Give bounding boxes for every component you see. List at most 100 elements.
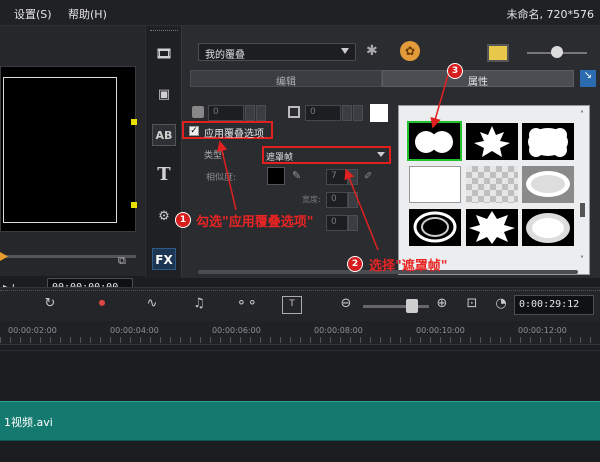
similarity-spin[interactable]: 7 [326, 169, 348, 185]
spin-down-icon[interactable] [353, 105, 363, 121]
menu-settings[interactable]: 设置(S) [14, 6, 52, 22]
title-icon[interactable]: T [152, 164, 176, 186]
panel-toggle-icon[interactable] [487, 44, 509, 62]
apply-overlay-label: 应用覆叠选项 [204, 129, 264, 140]
ruler-label: 00:00:12:00 [518, 326, 567, 335]
spin-up-icon[interactable] [348, 169, 358, 185]
multi-trim-icon[interactable]: ⚬⚬ [236, 296, 258, 314]
spin-up-icon[interactable] [348, 192, 358, 208]
mask-white-rect[interactable] [409, 166, 461, 203]
ruler-label: 00:00:02:00 [8, 326, 57, 335]
type-dropdown-highlight: 遮罩帧 [262, 146, 391, 164]
timeline-toolbar: ↻ ⏺ ∿ ♫ ⚬⚬ T ⊖ ⊕ ⊡ ◔ 0:00:29:12 [0, 287, 600, 321]
spin-up-icon[interactable] [245, 105, 255, 121]
scroll-up-icon[interactable]: ˄ [577, 110, 587, 119]
resize-handle-bottom-right[interactable] [131, 202, 137, 208]
border-color-swatch[interactable] [370, 104, 388, 122]
playhead-marker[interactable] [0, 252, 8, 261]
scroll-down-icon[interactable]: ˅ [577, 255, 587, 264]
timeline-ruler[interactable]: 00:00:02:00 00:00:04:00 00:00:06:00 00:0… [0, 321, 600, 345]
options-panel: 我的覆叠 ✱ ✿ 编辑 属性 ↘ 0 0 ✓ 应用覆叠选项 类型: 遮罩帧 相似… [181, 26, 600, 278]
spin-up-icon[interactable] [342, 105, 352, 121]
spin-down-icon[interactable] [256, 105, 266, 121]
menu-help[interactable]: 帮助(H) [68, 6, 107, 22]
ruler-label: 00:00:06:00 [212, 326, 261, 335]
type-label: 类型: [204, 151, 226, 161]
scroll-thumb[interactable] [579, 203, 585, 217]
ruler-label: 00:00:04:00 [110, 326, 159, 335]
graphics-icon[interactable]: ⚙ [152, 206, 176, 228]
resize-handle-right[interactable] [131, 119, 137, 125]
clock-icon: ◔ [495, 296, 507, 311]
extra-spin[interactable]: 0 [326, 215, 348, 231]
enlarge-icon[interactable]: ⧉ [118, 254, 132, 268]
video-clip[interactable]: 1视频.avi [0, 401, 600, 441]
width-spin[interactable]: 0 [326, 192, 348, 208]
grip-icon [150, 30, 178, 33]
step-note-2: 选择"遮罩帧" [369, 259, 448, 274]
zoom-slider[interactable] [363, 305, 429, 308]
apply-overlay-checkbox[interactable]: ✓ [189, 126, 199, 136]
preview-panel: ⧉ ▶| 00:00:00:00 [0, 26, 145, 298]
mask-splash[interactable] [466, 209, 518, 246]
clip-label: 1视频.avi [4, 416, 53, 429]
zoom-slider-knob[interactable] [406, 299, 418, 313]
zoom-in-icon[interactable]: ⊕ [432, 296, 452, 314]
palette-icon[interactable]: ✿ [400, 41, 420, 61]
tab-attributes[interactable]: 属性 [382, 70, 574, 88]
fit-project-icon[interactable]: ⊡ [462, 296, 482, 314]
similarity-label: 相似度: [206, 173, 237, 183]
add-star-icon[interactable]: ✱ [366, 43, 378, 59]
step-badge-3: 3 [447, 63, 463, 79]
opacity-spin[interactable]: 0 [208, 105, 244, 121]
gallery-scrollbar[interactable]: ˄ ˅ [577, 110, 587, 268]
menu-bar: 设置(S) 帮助(H) 未命名, 720*576 [0, 0, 600, 26]
dropper-icon[interactable]: ✐ [364, 171, 372, 182]
step-badge-2: 2 [347, 256, 363, 272]
mask-cloud[interactable] [522, 123, 574, 160]
chevron-down-icon [341, 48, 349, 54]
mask-frame-gallery: ˄ ˅ [398, 105, 590, 275]
mask-circles-pair[interactable] [407, 121, 462, 161]
type-dropdown[interactable]: 遮罩帧 [266, 150, 387, 163]
mask-checker[interactable] [466, 166, 518, 203]
instant-project-icon[interactable]: ▣ [152, 84, 176, 106]
overlay-frame[interactable] [3, 77, 117, 223]
chevron-down-icon [377, 152, 385, 157]
project-duration[interactable]: 0:00:29:12 [514, 295, 594, 315]
media-library-icon[interactable]: 🎞 [152, 44, 176, 66]
window-title: 未命名, 720*576 [506, 8, 594, 21]
border-spin[interactable]: 0 [305, 105, 341, 121]
expand-icon[interactable]: ↘ [580, 70, 596, 87]
subtitle-icon[interactable]: T [282, 296, 302, 314]
opacity-icon [192, 106, 204, 118]
border-icon [288, 106, 300, 118]
ruler-ticks [0, 337, 600, 343]
mask-swirl-ring[interactable] [409, 209, 461, 246]
ruler-label: 00:00:08:00 [314, 326, 363, 335]
library-dropdown-value: 我的覆叠 [205, 50, 245, 61]
grip-icon [0, 290, 600, 292]
spin-up-icon[interactable] [348, 215, 358, 231]
step-note-1: 勾选"应用覆叠选项" [196, 215, 314, 230]
library-dropdown[interactable]: 我的覆叠 [198, 43, 356, 61]
record-icon[interactable]: ⏺ [92, 296, 112, 314]
step-badge-1: 1 [175, 212, 191, 228]
zoom-out-icon[interactable]: ⊖ [336, 296, 356, 314]
transition-icon[interactable]: AB [152, 124, 176, 146]
mask-cloud-soft[interactable] [522, 209, 574, 246]
track-divider [0, 350, 600, 351]
fx-filter-icon[interactable]: FX [152, 248, 176, 270]
preview-screen[interactable] [0, 66, 136, 232]
redo-icon[interactable]: ↻ [40, 296, 60, 314]
mask-maple-leaf[interactable] [466, 123, 518, 160]
preview-scrub-bar[interactable] [0, 255, 136, 258]
key-color-swatch[interactable] [267, 167, 285, 185]
music-icon[interactable]: ♫ [189, 296, 209, 314]
slider-knob[interactable] [551, 46, 563, 58]
eyedropper-icon[interactable]: ✎ [292, 169, 301, 182]
tool-strip: 🎞 ▣ AB T ⚙ FX [145, 26, 181, 278]
mask-ellipse-ring[interactable] [522, 166, 574, 203]
tab-edit[interactable]: 编辑 [190, 70, 382, 88]
audio-wave-icon[interactable]: ∿ [142, 296, 162, 314]
